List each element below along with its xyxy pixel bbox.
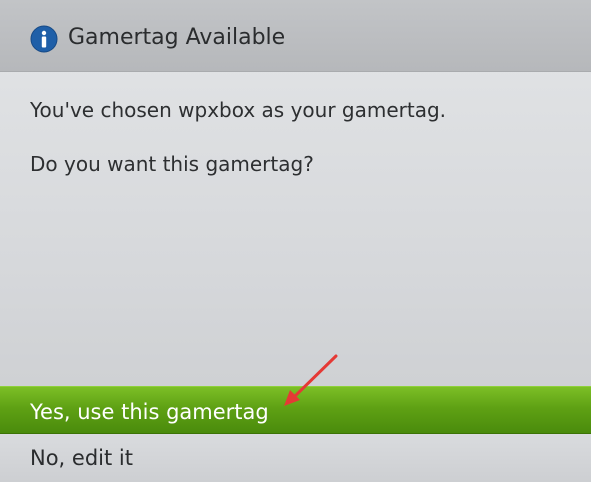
annotation-arrow-icon [284, 354, 338, 406]
message-chosen-gamertag: You've chosen wpxbox as your gamertag. [30, 98, 447, 122]
gamertag-dialog: Gamertag Available You've chosen wpxbox … [0, 0, 591, 482]
info-icon [30, 25, 58, 53]
dialog-title: Gamertag Available [68, 25, 286, 50]
message-confirm-question: Do you want this gamertag? [30, 152, 314, 176]
no-edit-button[interactable]: No, edit it [0, 434, 591, 482]
dialog-header: Gamertag Available [0, 0, 591, 72]
